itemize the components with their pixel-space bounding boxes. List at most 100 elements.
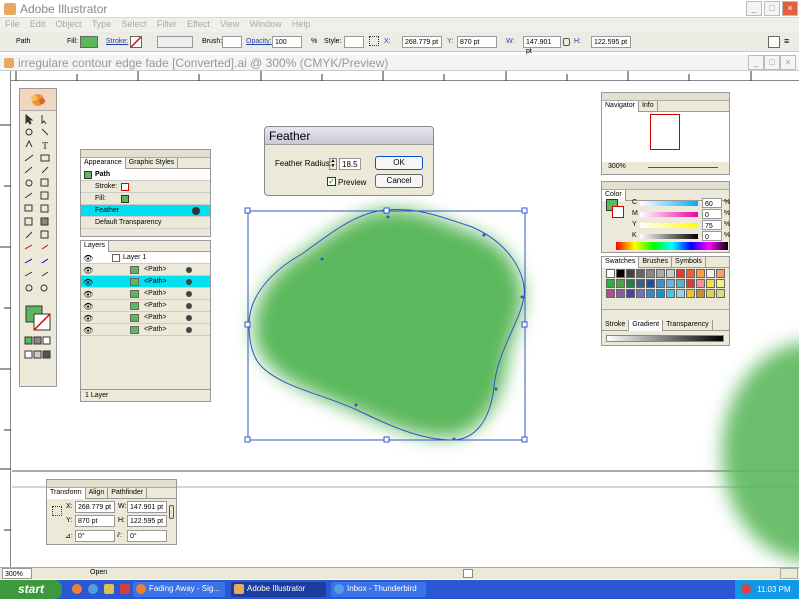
eye-icon[interactable]: 👁 [83,326,93,335]
cancel-button[interactable]: Cancel [375,174,423,188]
eye-icon[interactable]: 👁 [83,314,93,323]
minimize-button[interactable]: _ [746,1,762,16]
menu-type[interactable]: Type [87,18,115,29]
swatch[interactable] [686,269,695,278]
stroke-none-swatch[interactable] [130,36,142,48]
radius-stepper[interactable]: ▲ ▼ [329,158,337,170]
layer-path-item[interactable]: 👁 <Path> [81,264,210,276]
acrobat-quicklaunch-icon[interactable] [120,584,130,594]
swatch[interactable] [616,279,625,288]
firefox-quicklaunch-icon[interactable] [72,584,82,594]
tab-pathfinder[interactable]: Pathfinder [108,488,148,499]
eye-icon[interactable]: 👁 [83,266,93,275]
w-field[interactable]: 147.901 pt [523,36,561,55]
menu-filter[interactable]: Filter [152,18,180,29]
navigator-zoom-slider[interactable] [648,167,718,168]
layer-path-item[interactable]: 👁 <Path> [81,324,210,336]
navigator-preview[interactable] [602,112,729,162]
swatch[interactable] [636,269,645,278]
feather-radius-field[interactable]: 18.5 [339,158,361,170]
h-field[interactable]: 122.595 pt [591,36,631,48]
swatch[interactable] [656,289,665,298]
swatch[interactable] [636,289,645,298]
tab-swatches[interactable]: Swatches [602,257,640,268]
swatch[interactable] [706,279,715,288]
feathered-green-shape[interactable] [254,209,524,438]
opacity-label[interactable]: Opacity: [246,38,272,45]
navigator-view-box[interactable] [650,114,680,150]
channel-slider[interactable] [640,234,698,239]
channel-slider[interactable] [640,212,698,217]
swatch[interactable] [606,289,615,298]
tray-icon[interactable] [741,584,751,594]
swatch[interactable] [656,269,665,278]
layer-path-item[interactable]: 👁 <Path> [81,312,210,324]
scroll-right-button[interactable] [780,568,798,579]
target-icon[interactable] [186,303,192,309]
swatch[interactable] [716,279,725,288]
channel-value-field[interactable]: 60 [702,198,722,208]
swatch[interactable] [666,269,675,278]
channel-slider[interactable] [640,223,698,228]
tab-appearance[interactable]: Appearance [81,158,126,169]
menu-select[interactable]: Select [117,18,150,29]
maximize-button[interactable]: □ [764,1,780,16]
channel-slider[interactable] [640,201,698,206]
swatch[interactable] [676,289,685,298]
transform-y-field[interactable]: 870 pt [75,515,115,527]
zoom-field[interactable]: 300% [2,568,32,579]
preview-checkbox[interactable]: ✓ [327,177,336,186]
menu-help[interactable]: Help [287,18,314,29]
task-thunderbird[interactable]: Inbox - Thunderbird [331,582,426,597]
tab-transparency[interactable]: Transparency [663,320,713,331]
tab-graphic-styles[interactable]: Graphic Styles [126,158,179,169]
swatch[interactable] [696,279,705,288]
tab-brushes[interactable]: Brushes [639,257,673,268]
target-icon[interactable] [186,315,192,321]
control-bar-menu-icon[interactable]: ≡ [784,36,794,48]
target-icon[interactable] [186,327,192,333]
target-icon[interactable] [186,279,192,285]
eye-icon[interactable]: 👁 [83,278,93,287]
tab-transform[interactable]: Transform [47,488,86,499]
swatch[interactable] [696,269,705,278]
menu-window[interactable]: Window [245,18,285,29]
menu-file[interactable]: File [0,18,23,29]
fill-swatch[interactable] [80,36,98,48]
swatch[interactable] [676,279,685,288]
transform-w-field[interactable]: 147.901 pt [127,501,167,513]
swatch[interactable] [716,289,725,298]
appearance-object-row[interactable]: Path [81,169,210,181]
tab-stroke[interactable]: Stroke [602,320,630,331]
channel-value-field[interactable]: 0 [702,209,722,219]
tab-navigator[interactable]: Navigator [602,101,639,112]
ok-button[interactable]: OK [375,156,423,170]
brush-dropdown[interactable] [222,36,242,48]
stroke-weight-field[interactable] [157,36,193,48]
horizontal-ruler[interactable] [11,71,799,81]
appearance-stroke-row[interactable]: Stroke: [81,181,210,193]
menu-effect[interactable]: Effect [182,18,213,29]
swatch[interactable] [636,279,645,288]
transform-link-icon[interactable] [169,505,174,519]
x-field[interactable]: 268.779 pt [402,36,442,48]
swatch[interactable] [646,279,655,288]
eye-icon[interactable]: 👁 [83,290,93,299]
appearance-feather-row[interactable]: Feather [81,205,210,217]
swatch[interactable] [616,269,625,278]
shear-field[interactable]: 0° [127,530,167,542]
start-button[interactable]: start [0,580,62,599]
color-stroke-box[interactable] [612,206,624,218]
doc-minimize-button[interactable]: _ [748,55,764,70]
vertical-ruler[interactable] [0,71,11,567]
menu-object[interactable]: Object [51,18,85,29]
task-adobe-illustrator[interactable]: Adobe Illustrator [231,582,326,597]
swatch[interactable] [646,269,655,278]
eye-icon[interactable]: 👁 [83,254,93,263]
tab-layers[interactable]: Layers [81,241,110,252]
swatch[interactable] [606,269,615,278]
reference-point-icon[interactable] [369,36,379,46]
swatch[interactable] [666,289,675,298]
swatch[interactable] [686,279,695,288]
swatch[interactable] [616,289,625,298]
